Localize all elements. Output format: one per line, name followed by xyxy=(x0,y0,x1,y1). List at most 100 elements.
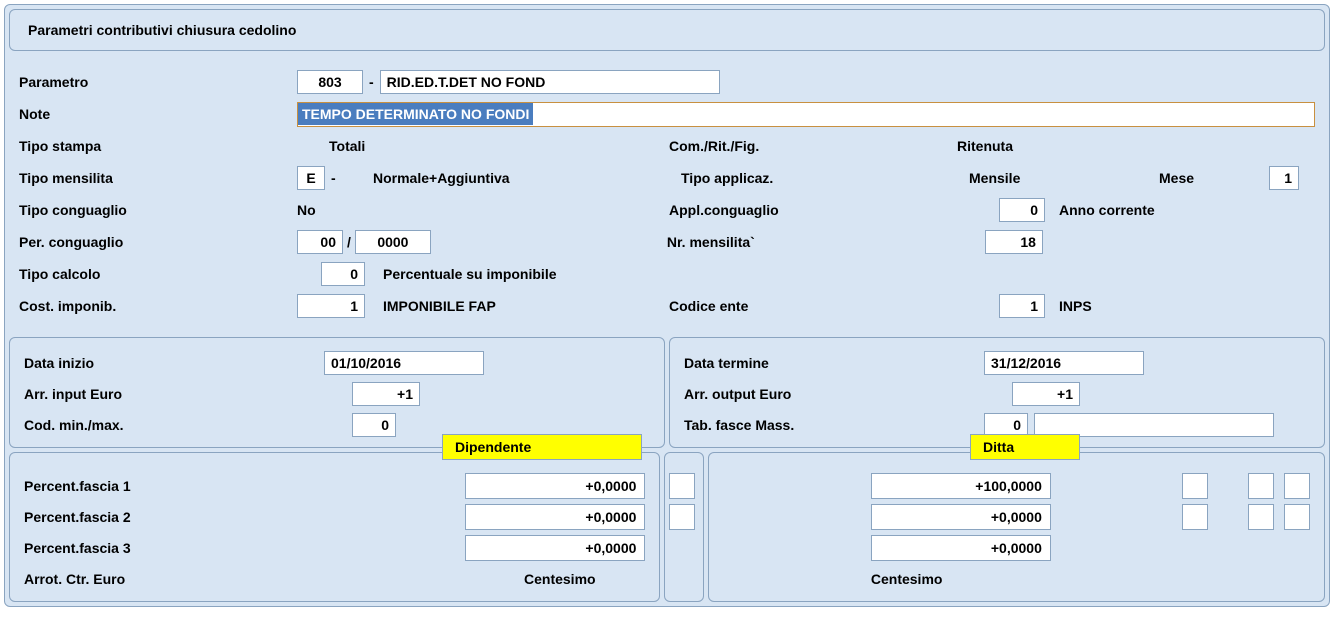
bottom-panel-left: Percent.fascia 1 Percent.fascia 2 Percen… xyxy=(9,452,660,602)
row-data-inizio: Data inizio xyxy=(24,348,650,378)
input-mese[interactable] xyxy=(1269,166,1299,190)
input-cost-imponib-code[interactable] xyxy=(297,294,365,318)
row-arrot-dip: Arrot. Ctr. Euro Centesimo xyxy=(24,565,645,593)
label-arrot: Arrot. Ctr. Euro xyxy=(24,571,524,587)
mini-box-r1a[interactable] xyxy=(1182,473,1208,499)
label-tipo-conguaglio: Tipo conguaglio xyxy=(19,202,297,218)
input-appl-conguaglio[interactable] xyxy=(999,198,1045,222)
input-fascia1-dip[interactable] xyxy=(465,473,645,499)
label-nr-mensilita: Nr. mensilita` xyxy=(667,234,985,250)
mini-box2[interactable] xyxy=(669,504,695,530)
input-note[interactable]: TEMPO DETERMINATO NO FONDI xyxy=(297,102,1315,127)
note-selected-text: TEMPO DETERMINATO NO FONDI xyxy=(298,103,533,125)
label-parametro: Parametro xyxy=(19,74,297,90)
label-arr-input: Arr. input Euro xyxy=(24,386,324,402)
input-nr-mensilita[interactable] xyxy=(985,230,1043,254)
mini-box-r2c[interactable] xyxy=(1284,504,1310,530)
input-data-inizio[interactable] xyxy=(324,351,484,375)
label-tipo-stampa: Tipo stampa xyxy=(19,138,297,154)
input-arr-output[interactable] xyxy=(1012,382,1080,406)
label-tipo-mensilita: Tipo mensilita xyxy=(19,170,297,186)
label-mese: Mese xyxy=(1159,170,1269,186)
tag-dipendente: Dipendente xyxy=(442,434,642,460)
mini-row2 xyxy=(669,502,698,532)
input-cod-minmax[interactable] xyxy=(352,413,396,437)
input-codice-ente[interactable] xyxy=(999,294,1045,318)
label-arr-output: Arr. output Euro xyxy=(684,386,984,402)
input-mensilita-code[interactable] xyxy=(297,166,325,190)
input-parametro-code[interactable] xyxy=(297,70,363,94)
value-appl-conguaglio-desc: Anno corrente xyxy=(1059,202,1155,218)
value-codice-ente-desc: INPS xyxy=(1059,298,1092,314)
input-fascia1-dit[interactable] xyxy=(871,473,1051,499)
input-fascia3-dit[interactable] xyxy=(871,535,1051,561)
input-per-mm[interactable] xyxy=(297,230,343,254)
panel-title-text: Parametri contributivi chiusura cedolino xyxy=(28,22,296,38)
row-note: Note TEMPO DETERMINATO NO FONDI xyxy=(19,99,1315,129)
sub-panel-right: Data termine Arr. output Euro Tab. fasce… xyxy=(669,337,1325,448)
input-parametro-desc[interactable] xyxy=(380,70,720,94)
mini-box-r1c[interactable] xyxy=(1284,473,1310,499)
label-data-termine: Data termine xyxy=(684,355,984,371)
slash-sep: / xyxy=(347,234,351,250)
value-tipo-calcolo-desc: Percentuale su imponibile xyxy=(383,266,557,282)
dash-sep: - xyxy=(369,74,374,90)
row-tipo-calcolo: Tipo calcolo Percentuale su imponibile xyxy=(19,259,1315,289)
mini-box-r2a[interactable] xyxy=(1182,504,1208,530)
row-tipo-conguaglio: Tipo conguaglio No Appl.conguaglio Anno … xyxy=(19,195,1315,225)
row-data-termine: Data termine xyxy=(684,348,1310,378)
label-codice-ente: Codice ente xyxy=(669,298,999,314)
value-com-rit-fig: Ritenuta xyxy=(957,138,1013,154)
dash-sep2: - xyxy=(331,170,367,186)
label-fascia2: Percent.fascia 2 xyxy=(24,509,416,525)
value-arrot-dip: Centesimo xyxy=(524,571,596,587)
value-tipo-conguaglio: No xyxy=(297,202,669,218)
value-tipo-applicaz: Mensile xyxy=(969,170,1159,186)
value-arrot-dit: Centesimo xyxy=(871,571,943,587)
label-fascia1: Percent.fascia 1 xyxy=(24,478,367,494)
row-parametro: Parametro - xyxy=(19,67,1315,97)
sub-panel-left: Data inizio Arr. input Euro Cod. min./ma… xyxy=(9,337,665,448)
input-fascia2-dip[interactable] xyxy=(465,504,645,530)
row-fascia2-dip: Percent.fascia 2 xyxy=(24,502,645,532)
row-tipo-stampa: Tipo stampa Totali Com./Rit./Fig. Ritenu… xyxy=(19,131,1315,161)
row-fascia3-dit xyxy=(723,533,1310,563)
label-note: Note xyxy=(19,106,297,122)
bottom-panels: Percent.fascia 1 Percent.fascia 2 Percen… xyxy=(9,452,1325,602)
input-fascia3-dip[interactable] xyxy=(465,535,645,561)
row-arr-output: Arr. output Euro xyxy=(684,379,1310,409)
value-cost-imponib-desc: IMPONIBILE FAP xyxy=(383,298,669,314)
row-per-conguaglio: Per. conguaglio / Nr. mensilita` xyxy=(19,227,1315,257)
label-appl-conguaglio: Appl.conguaglio xyxy=(669,202,999,218)
bottom-panel-mid xyxy=(664,452,703,602)
mini-row1 xyxy=(669,471,698,501)
form-content: Parametro - Note TEMPO DETERMINATO NO FO… xyxy=(9,65,1325,331)
main-panel: Parametri contributivi chiusura cedolino… xyxy=(4,4,1330,607)
input-arr-input[interactable] xyxy=(352,382,420,406)
row-fascia2-dit xyxy=(723,502,1310,532)
label-tipo-calcolo: Tipo calcolo xyxy=(19,266,297,282)
input-data-termine[interactable] xyxy=(984,351,1144,375)
sub-panels: Data inizio Arr. input Euro Cod. min./ma… xyxy=(9,337,1325,448)
mini-box1[interactable] xyxy=(669,473,695,499)
row-fascia3-dip: Percent.fascia 3 xyxy=(24,533,645,563)
mini-box-r1b[interactable] xyxy=(1248,473,1274,499)
row-fascia1-dit xyxy=(723,471,1310,501)
mini-box-r2b[interactable] xyxy=(1248,504,1274,530)
label-tab-fasce: Tab. fasce Mass. xyxy=(684,417,984,433)
value-tipo-stampa: Totali xyxy=(329,138,669,154)
panel-title: Parametri contributivi chiusura cedolino xyxy=(9,9,1325,51)
row-arr-input: Arr. input Euro xyxy=(24,379,650,409)
row-tipo-mensilita: Tipo mensilita - Normale+Aggiuntiva Tipo… xyxy=(19,163,1315,193)
label-tipo-applicaz: Tipo applicaz. xyxy=(681,170,969,186)
label-cod-minmax: Cod. min./max. xyxy=(24,417,324,433)
label-cost-imponib: Cost. imponib. xyxy=(19,298,297,314)
input-per-yyyy[interactable] xyxy=(355,230,431,254)
label-com-rit-fig: Com./Rit./Fig. xyxy=(669,138,957,154)
input-fascia2-dit[interactable] xyxy=(871,504,1051,530)
tag-ditta: Ditta xyxy=(970,434,1080,460)
label-per-conguaglio: Per. conguaglio xyxy=(19,234,297,250)
input-tipo-calcolo-code[interactable] xyxy=(321,262,365,286)
label-fascia3: Percent.fascia 3 xyxy=(24,540,465,556)
bottom-panel-right: Centesimo xyxy=(708,452,1325,602)
